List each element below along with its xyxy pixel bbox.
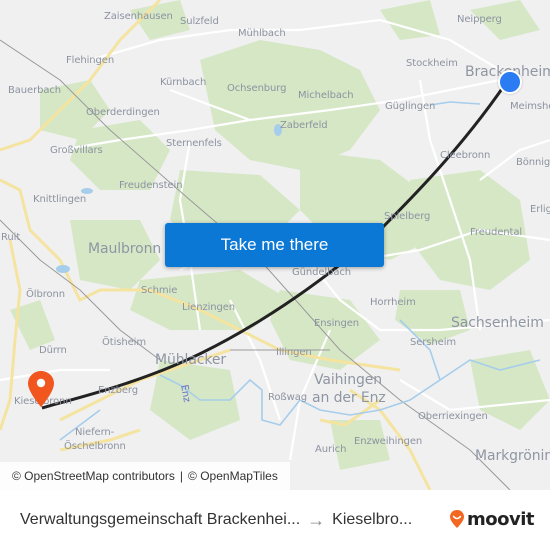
place-label: Ensingen bbox=[314, 318, 360, 329]
moovit-pin-icon bbox=[450, 510, 464, 528]
place-label: Spielberg bbox=[384, 211, 431, 222]
place-label: Zaisenhausen bbox=[104, 11, 173, 22]
place-label: Sachsenheim bbox=[451, 315, 544, 331]
place-label: Vaihingen bbox=[314, 372, 383, 388]
origin-location-dot-icon[interactable] bbox=[498, 70, 522, 94]
attribution-separator: | bbox=[179, 469, 184, 483]
moovit-wordmark: moovit bbox=[467, 508, 535, 530]
place-label: Oberriexingen bbox=[418, 411, 488, 422]
place-label: Knittlingen bbox=[33, 194, 87, 205]
place-label: Sulzfeld bbox=[180, 16, 219, 27]
place-label: Stockheim bbox=[406, 58, 458, 69]
place-label: Ölbronn bbox=[26, 289, 65, 300]
moovit-logo[interactable]: moovit bbox=[449, 508, 535, 530]
place-label: Bönnigheim bbox=[516, 157, 550, 168]
place-label: Mühlacker bbox=[155, 352, 227, 368]
place-label: Roßwag bbox=[268, 392, 307, 403]
place-label: Mühlbach bbox=[238, 28, 286, 39]
map-attribution: © OpenStreetMap contributors | © OpenMap… bbox=[0, 462, 290, 490]
destination-pin-icon[interactable] bbox=[27, 370, 55, 408]
place-label: an der Enz bbox=[312, 390, 386, 406]
place-label: Michelbach bbox=[298, 90, 354, 101]
place-label: Cleebronn bbox=[440, 150, 491, 161]
place-label: Sternenfels bbox=[166, 138, 222, 149]
place-label: Enzweihingen bbox=[354, 436, 423, 447]
place-label: Oberderdingen bbox=[86, 107, 160, 118]
place-label: Meimsheim bbox=[510, 101, 550, 112]
place-label: Gündelbach bbox=[292, 267, 352, 278]
place-label: Freudenstein bbox=[119, 180, 183, 191]
place-label: Güglingen bbox=[385, 101, 436, 112]
osm-attribution-link[interactable]: © OpenStreetMap contributors bbox=[12, 469, 175, 483]
place-label: Sersheim bbox=[410, 337, 457, 348]
place-label: Ruit bbox=[1, 232, 21, 243]
place-label: Großvillars bbox=[50, 145, 103, 156]
place-label: Ötisheim bbox=[102, 337, 146, 348]
place-label: Kürnbach bbox=[160, 77, 207, 88]
place-label: Erligheim bbox=[530, 204, 550, 215]
place-label: Schmie bbox=[141, 285, 178, 296]
place-label: Illingen bbox=[276, 347, 312, 358]
openmaptiles-attribution-link[interactable]: © OpenMapTiles bbox=[188, 469, 278, 483]
arrow-right-icon: → bbox=[307, 509, 326, 530]
place-label: Neipperg bbox=[457, 14, 502, 25]
place-label: Maulbronn bbox=[88, 241, 162, 257]
destination-name: Kieselbro... bbox=[332, 511, 413, 528]
route-summary: Verwaltungsgemeinschaft Brackenhei... → … bbox=[20, 490, 412, 550]
place-label: Bauerbach bbox=[8, 85, 62, 96]
place-label: Flehingen bbox=[66, 55, 115, 66]
place-label: Öschelbronn bbox=[64, 441, 126, 452]
place-label: Niefern- bbox=[75, 427, 115, 438]
place-label: Aurich bbox=[315, 444, 347, 455]
place-label: Freudental bbox=[470, 227, 523, 238]
place-label: Dürrn bbox=[39, 345, 67, 356]
place-label: Enzberg bbox=[98, 385, 138, 396]
place-label: Zaberfeld bbox=[280, 120, 328, 131]
river-label: Enz bbox=[178, 383, 193, 404]
place-label: Lienzingen bbox=[182, 302, 236, 313]
origin-name: Verwaltungsgemeinschaft Brackenhei... bbox=[20, 511, 301, 528]
place-label: Ochsenburg bbox=[227, 83, 287, 94]
take-me-there-button[interactable]: Take me there bbox=[165, 223, 384, 267]
map-view[interactable]: Zaisenhausen Sulzfeld Mühlbach Neipperg … bbox=[0, 0, 550, 490]
place-label: Horrheim bbox=[370, 297, 416, 308]
place-label: Markgröningen bbox=[475, 448, 550, 464]
